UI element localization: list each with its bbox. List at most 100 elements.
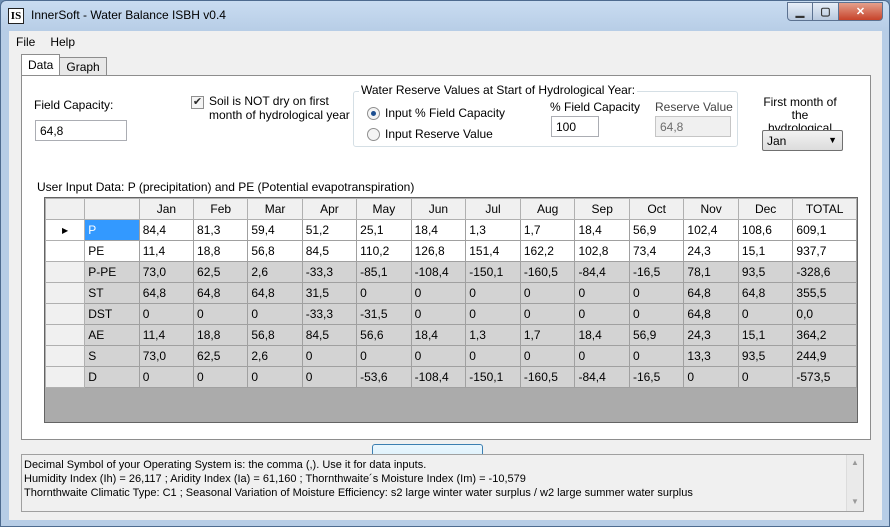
grid-cell: 0 bbox=[574, 303, 630, 325]
grid-cell[interactable]: 56,8 bbox=[247, 240, 303, 262]
grid-cell[interactable]: 609,1 bbox=[792, 219, 857, 241]
grid-cell[interactable]: 18,4 bbox=[410, 219, 467, 241]
grid-cell: 0 bbox=[356, 345, 412, 367]
grid-header-cell[interactable]: Nov bbox=[683, 198, 739, 220]
reserve-group-title: Water Reserve Values at Start of Hydrolo… bbox=[359, 83, 638, 97]
grid-cell: -33,3 bbox=[301, 303, 358, 325]
chevron-down-icon: ▼ bbox=[828, 135, 837, 145]
app-icon[interactable]: IS bbox=[8, 8, 24, 24]
grid-cell[interactable]: 1,7 bbox=[519, 219, 576, 241]
grid-header-cell[interactable]: Feb bbox=[193, 198, 249, 220]
row-header[interactable] bbox=[45, 240, 86, 262]
grid-cell: 355,5 bbox=[792, 282, 857, 304]
grid-cell[interactable]: 24,3 bbox=[683, 240, 739, 262]
row-label-cell: P-PE bbox=[84, 261, 140, 283]
row-label-cell[interactable]: PE bbox=[84, 240, 140, 262]
grid-header-cell[interactable]: Oct bbox=[628, 198, 685, 220]
results-textbox[interactable]: Decimal Symbol of your Operating System … bbox=[21, 454, 864, 512]
grid-cell: 0 bbox=[465, 303, 521, 325]
grid-cell[interactable]: 102,8 bbox=[574, 240, 630, 262]
grid-cell[interactable]: 102,4 bbox=[683, 219, 739, 241]
row-header[interactable] bbox=[45, 282, 86, 304]
grid-cell[interactable]: 151,4 bbox=[465, 240, 521, 262]
menu-help[interactable]: Help bbox=[43, 31, 83, 53]
tab-graph[interactable]: Graph bbox=[59, 57, 107, 75]
grid-cell[interactable]: 59,4 bbox=[247, 219, 303, 241]
water-balance-grid[interactable]: Jan Feb Mar Apr May Jun Jul Aug Sep Oct … bbox=[44, 197, 858, 423]
grid-cell[interactable]: 81,3 bbox=[193, 219, 249, 241]
grid-cell[interactable]: 937,7 bbox=[792, 240, 857, 262]
grid-cell[interactable]: 108,6 bbox=[737, 219, 794, 241]
grid-cell[interactable]: 11,4 bbox=[138, 240, 195, 262]
grid-cell[interactable]: 110,2 bbox=[356, 240, 412, 262]
grid-cell[interactable]: 1,3 bbox=[465, 219, 521, 241]
grid-cell[interactable]: 56,9 bbox=[628, 219, 685, 241]
grid-cell: 0 bbox=[574, 345, 630, 367]
first-month-select[interactable]: Jan ▼ bbox=[762, 130, 843, 151]
grid-cell: -84,4 bbox=[574, 261, 630, 283]
grid-cell[interactable]: 51,2 bbox=[301, 219, 358, 241]
menu-file[interactable]: File bbox=[9, 31, 43, 53]
grid-header-cell[interactable]: Dec bbox=[737, 198, 794, 220]
row-header[interactable] bbox=[45, 345, 86, 367]
grid-cell: -150,1 bbox=[465, 366, 521, 388]
grid-cell[interactable]: 84,4 bbox=[138, 219, 195, 241]
grid-cell[interactable]: 15,1 bbox=[737, 240, 794, 262]
grid-header-cell[interactable] bbox=[84, 198, 140, 220]
first-month-value: Jan bbox=[767, 134, 787, 148]
grid-cell: 0 bbox=[247, 366, 303, 388]
row-header[interactable] bbox=[45, 261, 86, 283]
scroll-up-icon[interactable]: ▲ bbox=[851, 458, 859, 467]
grid-cell: 64,8 bbox=[193, 282, 249, 304]
grid-cell[interactable]: 18,8 bbox=[193, 240, 249, 262]
row-header[interactable] bbox=[45, 303, 86, 325]
grid-header-cell[interactable]: Aug bbox=[519, 198, 576, 220]
row-label-cell: S bbox=[84, 345, 140, 367]
grid-cell[interactable]: 126,8 bbox=[410, 240, 467, 262]
radio-pct-field-capacity[interactable] bbox=[367, 107, 380, 120]
tab-data[interactable]: Data bbox=[21, 54, 61, 75]
grid-cell: 244,9 bbox=[792, 345, 857, 367]
grid-header-cell[interactable]: Mar bbox=[247, 198, 303, 220]
row-label-cell[interactable]: P bbox=[84, 219, 140, 241]
data-tab-panel: Field Capacity: 64,8 ✔ Soil is NOT dry o… bbox=[21, 75, 871, 483]
table-row: S 73,0 62,5 2,6 0 0 0 0 0 0 0 13,3 93,5 244,9 bbox=[45, 345, 857, 367]
radio-reserve-value[interactable] bbox=[367, 128, 380, 141]
soil-not-dry-checkbox[interactable]: ✔ bbox=[191, 96, 204, 109]
close-button[interactable]: ✕ bbox=[839, 2, 883, 21]
row-header[interactable] bbox=[45, 324, 86, 346]
grid-cell[interactable]: 84,5 bbox=[301, 240, 358, 262]
row-header[interactable] bbox=[45, 366, 86, 388]
grid-header-cell[interactable]: May bbox=[356, 198, 412, 220]
grid-body: ▶ P 84,4 81,3 59,4 51,2 25,1 18,4 1,3 1,7 18,4 56,9… bbox=[45, 219, 857, 388]
maximize-button[interactable]: ▢ bbox=[813, 2, 839, 21]
minimize-button[interactable]: ▁ bbox=[787, 2, 813, 21]
scroll-down-icon[interactable]: ▼ bbox=[851, 497, 859, 506]
grid-header-cell[interactable]: Apr bbox=[301, 198, 358, 220]
grid-cell: 0 bbox=[356, 282, 412, 304]
grid-cell: -53,6 bbox=[356, 366, 412, 388]
grid-cell: 64,8 bbox=[683, 282, 739, 304]
title-bar[interactable]: IS InnerSoft - Water Balance ISBH v0.4 ▁… bbox=[1, 1, 889, 29]
grid-header-cell[interactable]: Jul bbox=[465, 198, 521, 220]
grid-cell: -160,5 bbox=[519, 366, 576, 388]
soil-not-dry-label: Soil is NOT dry on first month of hydrol… bbox=[209, 94, 350, 122]
grid-cell[interactable]: 162,2 bbox=[519, 240, 576, 262]
row-header[interactable]: ▶ bbox=[45, 219, 86, 241]
grid-header-cell[interactable]: TOTAL bbox=[792, 198, 857, 220]
grid-cell[interactable]: 73,4 bbox=[628, 240, 685, 262]
grid-cell: 0 bbox=[519, 345, 576, 367]
results-scrollbar[interactable]: ▲ ▼ bbox=[846, 455, 863, 511]
grid-header-cell[interactable]: Sep bbox=[574, 198, 630, 220]
grid-cell: 0 bbox=[737, 366, 794, 388]
grid-cell: -108,4 bbox=[410, 366, 467, 388]
field-capacity-input[interactable]: 64,8 bbox=[35, 120, 127, 141]
grid-cell[interactable]: 18,4 bbox=[574, 219, 630, 241]
grid-cell: 0 bbox=[410, 282, 467, 304]
table-row: DST 0 0 0 -33,3 -31,5 0 0 0 0 0 64,8 0 0,0 bbox=[45, 303, 857, 325]
pct-field-capacity-input[interactable]: 100 bbox=[551, 116, 599, 137]
grid-cell[interactable]: 25,1 bbox=[356, 219, 412, 241]
grid-header-cell[interactable]: Jun bbox=[410, 198, 467, 220]
grid-header-cell[interactable]: Jan bbox=[138, 198, 195, 220]
grid-cell: 0 bbox=[683, 366, 739, 388]
